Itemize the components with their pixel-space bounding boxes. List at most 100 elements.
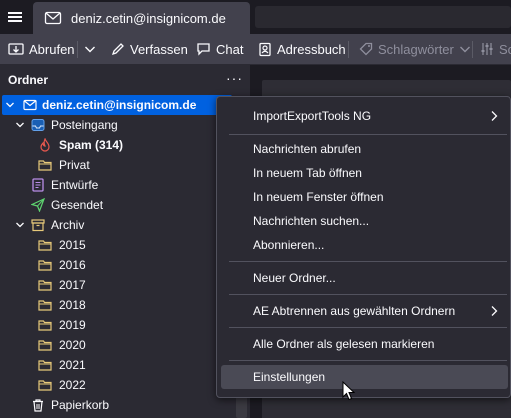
account-name: deniz.cetin@insignicom.de [42,98,197,112]
pencil-icon [111,43,124,56]
archive-box-icon [31,219,45,232]
chevron-down-icon [85,46,95,53]
paper-plane-icon [31,198,45,212]
folder-label: 2022 [59,378,86,392]
menu-item-label: Nachrichten suchen... [253,214,370,228]
chevron-down-icon[interactable] [15,220,25,230]
menu-item-label: In neuem Fenster öffnen [253,190,384,204]
folder-inbox[interactable]: Posteingang [0,115,232,135]
folder-label: Archiv [51,218,85,232]
folder-archive[interactable]: Archiv [0,215,232,235]
mail-account-icon [23,99,37,111]
menu-item-search-messages[interactable]: Nachrichten suchen... [221,209,508,233]
toolbar-divider [472,41,473,58]
menu-item-label: Nachrichten abrufen [253,142,362,156]
tab-mail[interactable]: deniz.cetin@insignicom.de [33,2,250,34]
folder-label: 2020 [59,338,86,352]
menu-item-subscribe[interactable]: Abonnieren... [221,233,508,257]
chevron-down-icon[interactable] [15,120,25,130]
menu-item-label: AE Abtrennen aus gewählten Ordnern [253,304,456,318]
toolbar-divider [348,41,349,58]
folder-icon [38,300,52,311]
folder-label: 2015 [59,238,86,252]
menu-separator [229,261,507,262]
folder-label: 2019 [59,318,86,332]
folder-privat[interactable]: Privat [0,155,232,175]
menu-item-mark-all-read[interactable]: Alle Ordner als gelesen markieren [221,332,508,356]
folder-label: Spam (314) [59,138,124,152]
menu-item-label: Alle Ordner als gelesen markieren [253,337,435,351]
menu-item-label: In neuem Tab öffnen [253,166,362,180]
folder-icon [38,260,52,271]
folder-year[interactable]: 2018 [0,295,232,315]
quick-filter-button[interactable]: Sch [480,34,511,64]
menu-item-label: Neuer Ordner... [253,271,336,285]
address-book-label: Adressbuch [277,41,346,57]
folder-icon [38,280,52,291]
write-button[interactable]: Verfassen [111,34,188,64]
menu-item-settings[interactable]: Einstellungen [221,365,508,389]
address-book-button[interactable]: Adressbuch [258,34,346,64]
folder-spam[interactable]: Spam (314) [0,135,232,155]
folder-drafts[interactable]: Entwürfe [0,175,232,195]
quick-filter-label: Sch [499,41,511,57]
folder-label: 2021 [59,358,86,372]
trash-icon [33,399,43,412]
menu-separator [229,294,507,295]
tags-label: Schlagwörter [378,41,454,57]
menu-item-open-in-window[interactable]: In neuem Fenster öffnen [221,185,508,209]
chevron-down-icon[interactable] [5,100,15,110]
get-messages-label: Abrufen [29,41,75,57]
get-messages-icon [8,43,24,55]
menu-separator [229,360,507,361]
chevron-right-icon [491,306,498,316]
drafts-icon [32,178,44,192]
menu-item-get-messages[interactable]: Nachrichten abrufen [221,137,508,161]
menu-separator [229,134,507,135]
folder-pane: Ordner ··· deniz.cetin@insignicom.de Pos… [0,65,250,418]
chevron-right-icon [491,111,498,121]
chat-bubble-icon [197,43,210,56]
folder-year[interactable]: 2015 [0,235,232,255]
folder-pane-more-button[interactable]: ··· [226,70,243,86]
menu-item-label: Abonnieren... [253,238,325,252]
folder-label: 2018 [59,298,86,312]
tags-button[interactable]: Schlagwörter [359,34,476,64]
account-row[interactable]: deniz.cetin@insignicom.de [2,95,232,115]
chat-button[interactable]: Chat [196,34,243,64]
folder-pane-title: Ordner [8,73,49,87]
folder-trash[interactable]: Papierkorb [0,395,232,415]
folder-icon [38,340,52,351]
folder-label: Entwürfe [51,178,99,192]
write-label: Verfassen [130,41,188,57]
tab-title: deniz.cetin@insignicom.de [71,10,226,26]
menu-separator [229,327,507,328]
get-messages-button[interactable]: Abrufen [8,34,75,64]
folder-year[interactable]: 2019 [0,315,232,335]
menu-item-open-in-tab[interactable]: In neuem Tab öffnen [221,161,508,185]
get-messages-dropdown[interactable] [84,34,101,64]
folder-icon [38,380,52,391]
address-book-icon [259,42,271,56]
folder-icon [38,240,52,251]
mouse-pointer-icon [342,381,356,401]
spaces-menu-icon[interactable] [7,9,23,25]
tab-bar: deniz.cetin@insignicom.de [0,0,511,34]
flame-icon [40,138,50,152]
folder-context-menu: ImportExportTools NG Nachrichten abrufen… [216,96,511,398]
folder-icon [38,360,52,371]
menu-item-importexporttools[interactable]: ImportExportTools NG [221,104,508,128]
folder-sent[interactable]: Gesendet [0,195,232,215]
inbox-icon [31,119,45,131]
folder-year[interactable]: 2021 [0,355,232,375]
menu-item-new-folder[interactable]: Neuer Ordner... [221,266,508,290]
menu-item-detach-attachments[interactable]: AE Abtrennen aus gewählten Ordnern [221,299,508,323]
folder-year[interactable]: 2022 [0,375,232,395]
folder-year[interactable]: 2020 [0,335,232,355]
folder-icon [38,160,52,171]
folder-year[interactable]: 2017 [0,275,232,295]
mail-tab-icon [44,9,62,27]
folder-pane-header: Ordner ··· [0,65,250,95]
folder-label: 2017 [59,278,86,292]
folder-year[interactable]: 2016 [0,255,232,275]
